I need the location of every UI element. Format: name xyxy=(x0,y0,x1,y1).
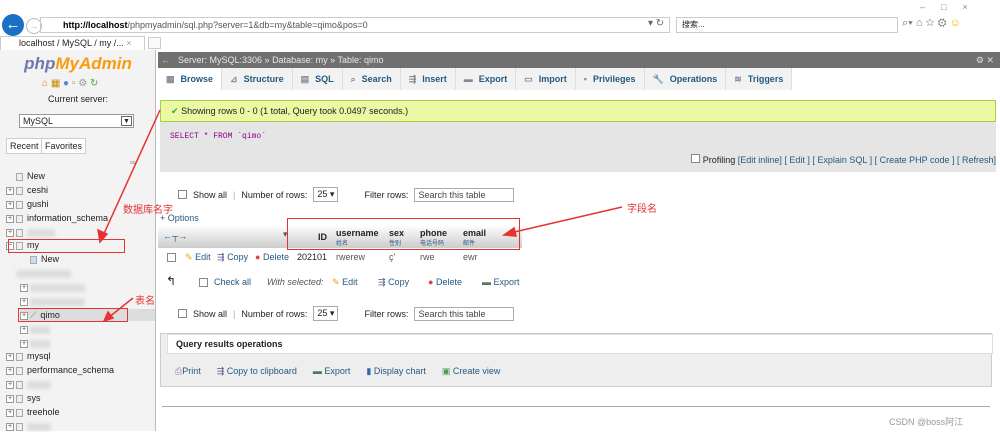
annotation-arrows xyxy=(97,109,623,323)
watermark: CSDN @boss阿江 xyxy=(889,417,964,427)
